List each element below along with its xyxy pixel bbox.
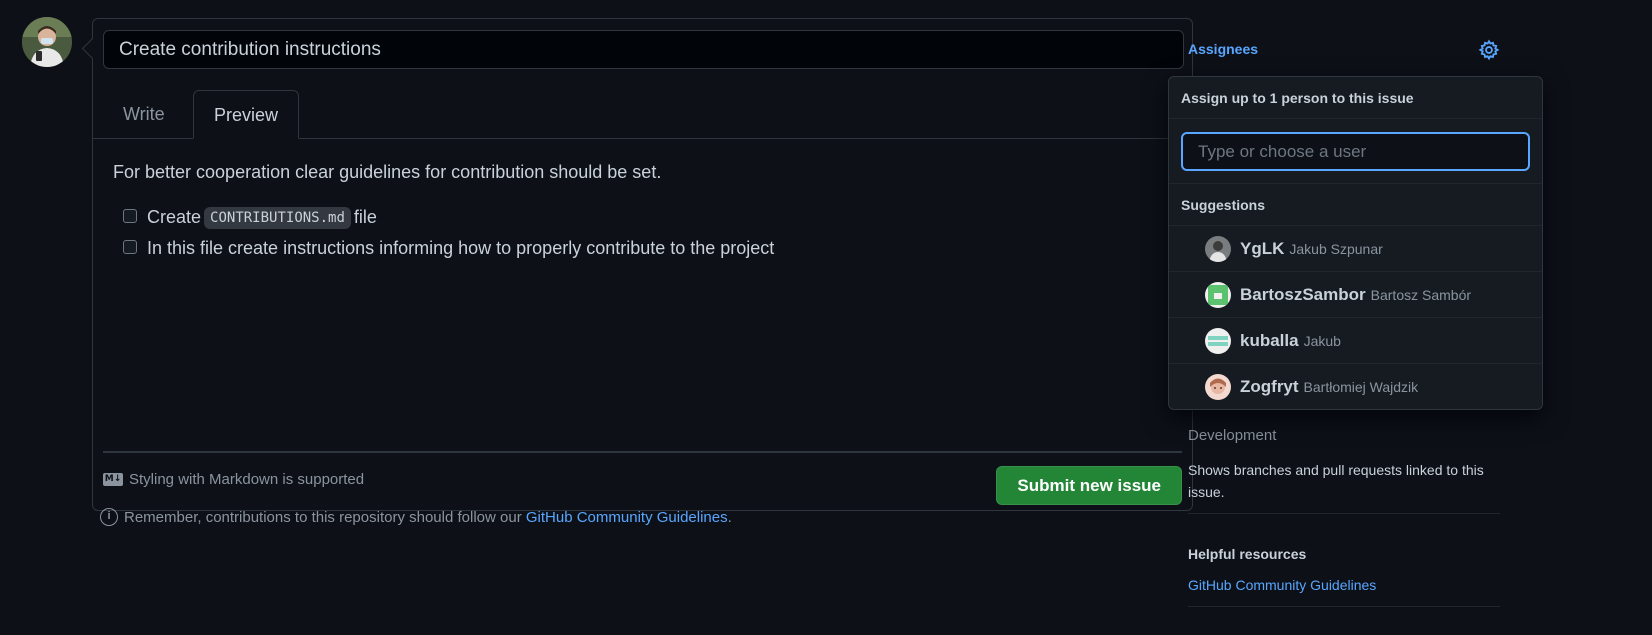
user-search-input[interactable] <box>1181 132 1530 171</box>
user-fullname: Bartłomiej Wajdzik <box>1303 379 1419 395</box>
guidelines-note: i Remember, contributions to this reposi… <box>100 508 732 526</box>
user-avatar <box>1205 235 1231 262</box>
assignees-heading[interactable]: Assignees <box>1188 41 1258 57</box>
suggestion-user-yglk[interactable]: YgLK Jakub Szpunar <box>1169 226 1542 272</box>
assignees-dropdown: Assign up to 1 person to this issue Sugg… <box>1168 76 1543 410</box>
user-avatar <box>1205 374 1231 400</box>
suggestion-user-zogfryt[interactable]: Zogfryt Bartłomiej Wajdzik <box>1169 364 1542 410</box>
task-text-after: file <box>353 207 377 227</box>
community-guidelines-link[interactable]: GitHub Community Guidelines <box>526 509 728 526</box>
task-checkbox[interactable] <box>123 240 137 254</box>
sidebar-divider <box>1188 606 1500 607</box>
editor-divider <box>103 451 1182 453</box>
tab-preview[interactable]: Preview <box>193 90 300 139</box>
info-icon: i <box>100 508 118 526</box>
inline-code: CONTRIBUTIONS.md <box>204 206 351 229</box>
issue-form: Write Preview For better cooperation cle… <box>92 18 1193 511</box>
user-fullname: Jakub Szpunar <box>1289 240 1383 257</box>
submit-issue-button[interactable]: Submit new issue <box>996 466 1182 505</box>
task-text: In this file create instructions informi… <box>147 238 775 258</box>
helpful-resources-heading: Helpful resources <box>1188 546 1307 562</box>
markdown-icon: M↓ <box>103 473 123 486</box>
preview-paragraph: For better cooperation clear guidelines … <box>113 162 662 182</box>
author-avatar[interactable] <box>22 17 72 67</box>
user-login: Zogfryt <box>1240 377 1299 396</box>
guidelines-note-end: . <box>727 508 732 526</box>
development-heading: Development <box>1188 427 1277 444</box>
task-text-before: Create <box>147 207 202 227</box>
new-issue-page: Write Preview For better cooperation cle… <box>0 0 1652 635</box>
tab-write[interactable]: Write <box>103 90 185 139</box>
task-item: Create CONTRIBUTIONS.md file <box>113 202 1173 233</box>
user-fullname: Jakub <box>1303 332 1341 349</box>
dropdown-filter <box>1169 119 1542 184</box>
markdown-note[interactable]: M↓ Styling with Markdown is supported <box>103 471 364 488</box>
user-login: YgLK <box>1240 238 1285 258</box>
guidelines-note-text: Remember, contributions to this reposito… <box>124 508 522 526</box>
markdown-note-text: Styling with Markdown is supported <box>129 471 365 488</box>
user-avatar <box>1205 327 1231 354</box>
issue-title-input[interactable] <box>103 30 1184 69</box>
suggestion-user-kuballa[interactable]: kuballa Jakub <box>1169 318 1542 364</box>
user-login: BartoszSambor <box>1240 284 1366 304</box>
sidebar-divider <box>1188 513 1500 514</box>
user-avatar <box>1205 281 1231 308</box>
user-fullname: Bartosz Sambór <box>1370 286 1472 303</box>
suggestions-heading: Suggestions <box>1169 184 1542 226</box>
development-text: Shows branches and pull requests linked … <box>1188 462 1484 500</box>
gear-icon[interactable] <box>1478 39 1500 61</box>
helpful-guidelines-link[interactable]: GitHub Community Guidelines <box>1188 577 1376 593</box>
dropdown-header: Assign up to 1 person to this issue <box>1169 77 1542 119</box>
task-item: In this file create instructions informi… <box>113 233 1173 264</box>
preview-body: For better cooperation clear guidelines … <box>113 162 1173 264</box>
task-checkbox[interactable] <box>123 209 137 223</box>
suggestion-user-bartoszsambor[interactable]: BartoszSambor Bartosz Sambór <box>1169 272 1542 318</box>
user-login: kuballa <box>1240 330 1299 350</box>
